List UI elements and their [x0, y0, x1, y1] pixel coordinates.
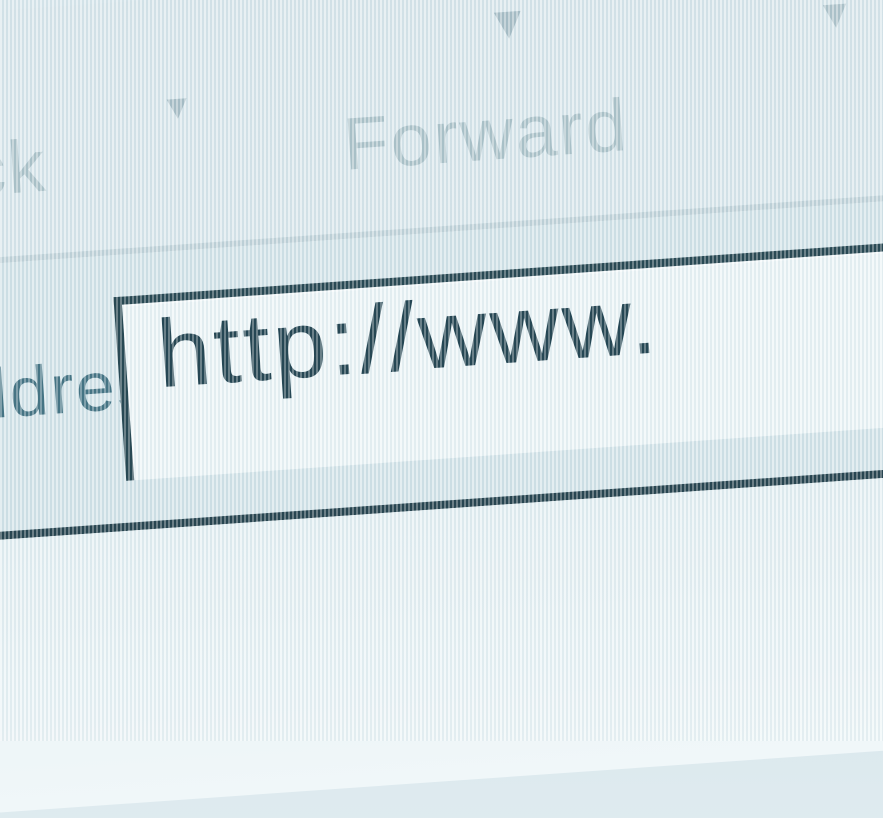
browser-window: Back ▼ ▼ Forward ▼ Address http://www. — [0, 0, 883, 814]
forward-dropdown-icon[interactable]: ▼ — [483, 0, 532, 51]
back-dropdown-icon[interactable]: ▼ — [159, 87, 195, 128]
forward-button[interactable]: ▼ Forward — [334, 0, 728, 217]
back-button[interactable]: Back ▼ — [0, 26, 195, 249]
back-button-label: Back — [0, 123, 50, 219]
chevron-down-icon[interactable]: ▼ — [814, 0, 857, 39]
forward-button-label: Forward — [340, 83, 631, 186]
